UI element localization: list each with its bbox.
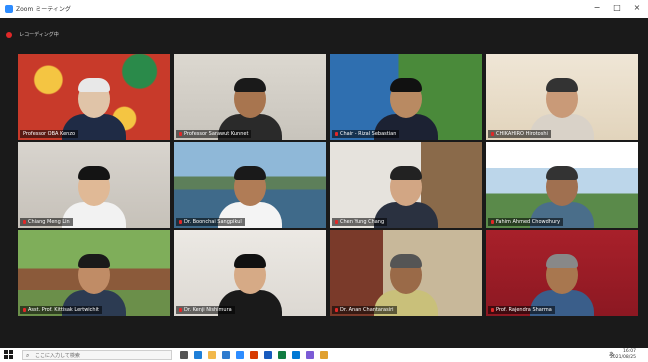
participant-name: Fahim Ahmed Chowdhury — [488, 218, 564, 226]
participant-name: Dr. Boonchai Sangpikul — [176, 218, 245, 226]
video-tile[interactable]: Fahim Ahmed Chowdhury — [486, 142, 638, 228]
chrome-icon[interactable] — [320, 351, 328, 359]
system-clock[interactable]: 16:07 2021/08/25 — [610, 349, 636, 360]
mic-muted-icon — [491, 219, 494, 224]
minimize-button[interactable]: − — [590, 3, 604, 12]
window-titlebar: Zoom ミーティング − □ × — [0, 0, 648, 18]
participant-name: Asst. Prof. Kittisak Lertwichit — [20, 306, 102, 314]
mic-muted-icon — [335, 131, 338, 136]
video-tile[interactable]: Asst. Prof. Kittisak Lertwichit — [18, 230, 170, 316]
video-tile[interactable]: Chen Yung Chang — [330, 142, 482, 228]
store-icon[interactable] — [222, 351, 230, 359]
mic-muted-icon — [179, 131, 182, 136]
mic-muted-icon — [491, 307, 494, 312]
participant-name: Chiang Meng Lin — [20, 218, 73, 226]
participant-name: Dr. Anan Chantarasiri — [332, 306, 397, 314]
video-tile[interactable]: Professor OBA Kenzo — [18, 54, 170, 140]
participant-name: CHIKAHIRO Hirotoshi — [488, 130, 551, 138]
zoom-app-icon — [5, 5, 13, 13]
video-tile[interactable]: Dr. Anan Chantarasiri — [330, 230, 482, 316]
video-tile[interactable]: Chair - Rizal Sebastian — [330, 54, 482, 140]
close-button[interactable]: × — [630, 3, 644, 12]
clock-date: 2021/08/25 — [610, 354, 636, 360]
file-explorer-icon[interactable] — [208, 351, 216, 359]
edge-icon[interactable] — [194, 351, 202, 359]
outlook-icon[interactable] — [292, 351, 300, 359]
participant-name: Professor Sarawut Kunnet — [176, 130, 252, 138]
recording-dot-icon — [6, 31, 12, 38]
maximize-button[interactable]: □ — [610, 3, 624, 12]
video-tile[interactable]: Chiang Meng Lin — [18, 142, 170, 228]
excel-icon[interactable] — [278, 351, 286, 359]
participant-name: Dr. Kenji Nishimura — [176, 306, 235, 314]
video-tile[interactable]: Dr. Boonchai Sangpikul — [174, 142, 326, 228]
participant-name: Prof. Rajendra Sharma — [488, 306, 555, 314]
teams-icon[interactable] — [306, 351, 314, 359]
search-placeholder: ここに入力して検索 — [35, 353, 80, 359]
video-tile[interactable]: Professor Sarawut Kunnet — [174, 54, 326, 140]
mic-muted-icon — [491, 131, 494, 136]
recording-indicator: レコーディング中 — [6, 24, 59, 43]
task-view-icon[interactable] — [180, 351, 188, 359]
word-icon[interactable] — [264, 351, 272, 359]
windows-start-icon[interactable] — [4, 350, 14, 360]
zoom-icon[interactable] — [236, 351, 244, 359]
video-tile[interactable]: CHIKAHIRO Hirotoshi — [486, 54, 638, 140]
mic-muted-icon — [179, 219, 182, 224]
recording-label: レコーディング中 — [19, 32, 59, 38]
video-tile[interactable]: Prof. Rajendra Sharma — [486, 230, 638, 316]
mic-muted-icon — [23, 307, 26, 312]
window-title: Zoom ミーティング — [16, 6, 71, 13]
mic-muted-icon — [23, 219, 26, 224]
participant-name: Chair - Rizal Sebastian — [332, 130, 400, 138]
windows-taskbar: ⌕ ここに入力して検索 あ 16:07 2021/08/25 — [0, 348, 648, 362]
taskbar-search-input[interactable]: ⌕ ここに入力して検索 — [22, 350, 172, 360]
search-icon: ⌕ — [26, 352, 30, 359]
powerpoint-icon[interactable] — [250, 351, 258, 359]
video-gallery: レコーディング中 Professor OBA Kenzo Professor S… — [0, 18, 648, 348]
participant-name: Professor OBA Kenzo — [20, 130, 79, 138]
mic-muted-icon — [335, 307, 338, 312]
mic-muted-icon — [335, 219, 338, 224]
participant-name: Chen Yung Chang — [332, 218, 388, 226]
mic-muted-icon — [179, 307, 182, 312]
video-tile[interactable]: Dr. Kenji Nishimura — [174, 230, 326, 316]
